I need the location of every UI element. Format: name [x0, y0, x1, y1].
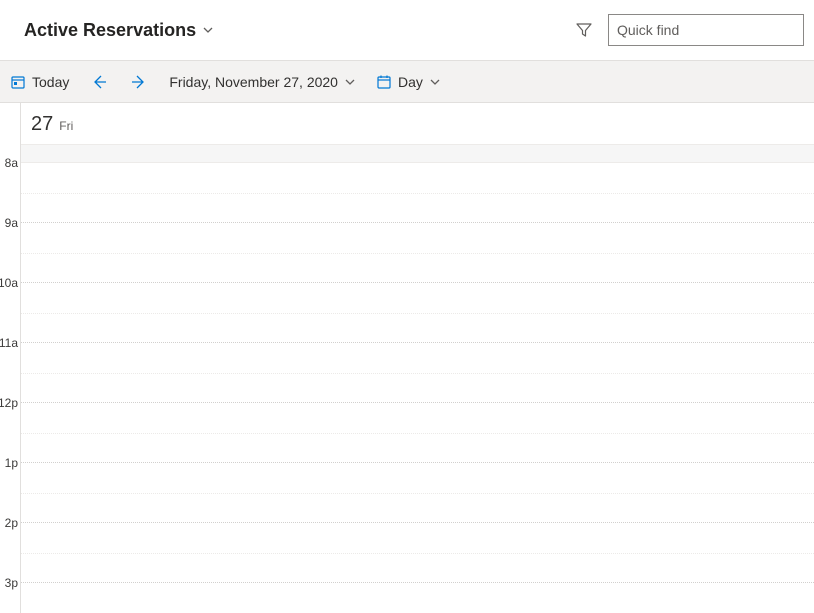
today-button[interactable]: Today [4, 66, 75, 98]
chevron-down-icon [344, 76, 356, 88]
hour-label: 2p [5, 516, 18, 530]
chevron-down-icon [429, 76, 441, 88]
day-column[interactable]: 27 Fri [20, 103, 814, 613]
hour-slot[interactable] [21, 283, 814, 343]
view-selector[interactable]: Active Reservations [24, 20, 214, 41]
next-day-button[interactable] [123, 66, 155, 98]
hour-slot[interactable] [21, 523, 814, 583]
filter-button[interactable] [570, 16, 598, 44]
view-label: Day [398, 74, 423, 90]
calendar-icon [376, 74, 392, 90]
allday-row[interactable] [21, 145, 814, 163]
hour-label: 1p [5, 456, 18, 470]
hour-label: 8a [5, 156, 18, 170]
hour-slot[interactable] [21, 343, 814, 403]
calendar-toolbar: Today Friday, November 27, 2020 Day [0, 61, 814, 103]
hour-slot[interactable] [21, 463, 814, 523]
chevron-down-icon [202, 24, 214, 36]
filter-icon [576, 22, 592, 38]
page-title: Active Reservations [24, 20, 196, 41]
time-gutter: 8a 9a 10a 11a 12p 1p 2p 3p [0, 103, 20, 613]
header-actions [570, 14, 804, 46]
hour-slot[interactable] [21, 403, 814, 463]
prev-day-button[interactable] [83, 66, 115, 98]
current-date-label: Friday, November 27, 2020 [169, 74, 338, 90]
hour-slot[interactable] [21, 223, 814, 283]
arrow-right-icon [131, 74, 147, 90]
hour-label: 10a [0, 276, 18, 290]
hour-slot[interactable] [21, 163, 814, 223]
day-header: 27 Fri [21, 103, 814, 145]
hour-label: 11a [0, 336, 18, 350]
day-weekday: Fri [59, 119, 73, 133]
hour-label: 3p [5, 576, 18, 590]
calendar-today-icon [10, 74, 26, 90]
date-picker[interactable]: Friday, November 27, 2020 [163, 66, 362, 98]
hour-label: 9a [5, 216, 18, 230]
day-number: 27 [31, 113, 53, 136]
search-box[interactable] [608, 14, 804, 46]
calendar-body: 8a 9a 10a 11a 12p 1p 2p 3p 27 Fri [0, 103, 814, 613]
today-label: Today [32, 74, 69, 90]
header-bar: Active Reservations [0, 0, 814, 61]
search-input[interactable] [617, 22, 798, 38]
arrow-left-icon [91, 74, 107, 90]
hour-label: 12p [0, 396, 18, 410]
view-picker[interactable]: Day [370, 66, 447, 98]
hour-slot[interactable] [21, 583, 814, 613]
